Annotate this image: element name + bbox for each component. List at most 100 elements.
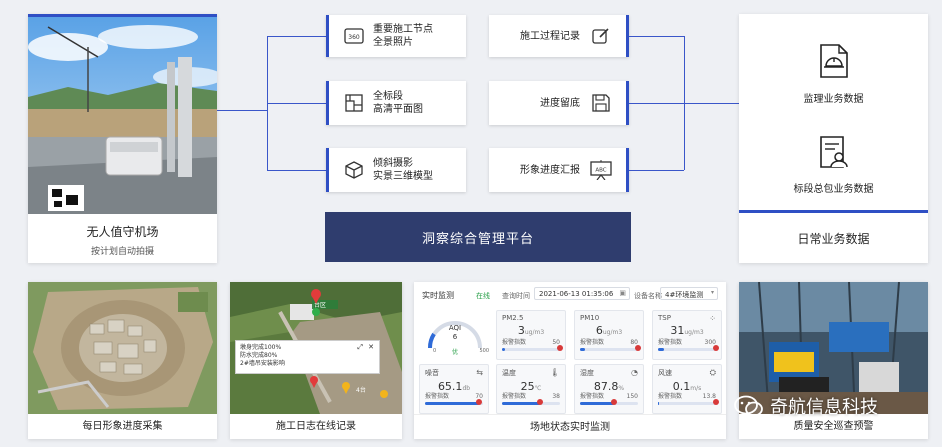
sensor-name: 湿度 <box>580 369 594 377</box>
sensor-value: 3 <box>517 324 525 337</box>
daily-business-title: 日常业务数据 <box>797 232 870 246</box>
sensor-value: 31 <box>670 324 685 337</box>
sensor-value: 6 <box>595 324 603 337</box>
sensor-bar-fill <box>658 402 659 405</box>
floorplan-icon <box>343 92 365 114</box>
calendar-icon: ▣ <box>619 289 626 297</box>
sensor-bar-fill <box>425 402 479 405</box>
node-label: 进度留底 <box>540 97 580 109</box>
business-item-label: 标段总包业务数据 <box>793 184 874 195</box>
sensor-unit: m/s <box>690 385 702 392</box>
monitor-card: 实时监测 在线 查询时间 2021-06-13 01:35:06 ▣ 设备名称 … <box>414 282 726 439</box>
airport-photo <box>28 17 217 214</box>
airport-caption: 无人值守机场 按计划自动拍摄 <box>28 214 217 263</box>
aqi-value: 6 <box>452 333 458 341</box>
sensor-index-label: 报警指数 <box>502 393 527 400</box>
business-item-contractor: 标段总包业务数据 <box>739 136 928 195</box>
watermark-text: 奇航信息科技 <box>770 397 878 418</box>
connector-line <box>267 36 326 37</box>
photo-card-progress: 每日形象进度采集 <box>28 282 217 439</box>
aqi-gauge: AQI 6 0 优 500 <box>419 310 491 360</box>
sensor-tile: TSP ⁘ 31ug/m3 报警指数 300 <box>652 310 722 360</box>
node-progress-report: 形象进度汇报 ABC <box>489 148 629 192</box>
query-label: 查询时间 <box>502 292 530 300</box>
sensor-name: TSP <box>658 314 671 322</box>
sensor-max: 150 <box>626 393 638 400</box>
connector-line <box>629 170 684 171</box>
edit-icon <box>590 25 612 47</box>
sensor-name: 风速 <box>658 369 672 377</box>
sensor-index-label: 报警指数 <box>425 393 450 400</box>
sensor-bar <box>580 399 638 405</box>
sensor-bar <box>580 345 641 351</box>
expand-icon[interactable]: ⤢ <box>357 343 363 351</box>
sensor-name: PM10 <box>580 314 600 322</box>
sensor-bar-marker <box>635 345 641 351</box>
node-process-record: 施工过程记录 <box>489 15 629 57</box>
node-progress-archive: 进度留底 <box>489 81 629 125</box>
sensor-tile: PM10 6ug/m3 报警指数 80 <box>574 310 644 360</box>
sensor-unit: ug/m3 <box>524 329 545 336</box>
business-item-label: 监理业务数据 <box>803 94 864 105</box>
sensor-max: 38 <box>552 393 560 400</box>
airport-title: 无人值守机场 <box>86 225 159 239</box>
log-popup: 墩身完成100% 防水完成80% 2#墙吊安装影响 ⤢ ✕ <box>235 340 380 374</box>
airport-card: 无人值守机场 按计划自动拍摄 <box>28 14 217 263</box>
photo-caption: 施工日志在线记录 <box>230 414 402 439</box>
sensor-bar-fill <box>580 348 585 351</box>
sensor-bar-marker <box>557 345 563 351</box>
sensor-name: PM2.5 <box>502 314 524 322</box>
daily-business-top: 监理业务数据 标段总包业务数据 <box>739 14 928 213</box>
wechat-icon <box>734 395 764 417</box>
sensor-tile: 温度 🌡 25℃ 报警指数 38 <box>496 364 566 414</box>
node-line2: 全景照片 <box>373 37 413 48</box>
chevron-down-icon: ▾ <box>710 289 714 296</box>
popup-line: 墩身完成100% <box>240 344 282 351</box>
sensor-value-wrap: 31ug/m3 <box>658 324 716 337</box>
sensor-index-label: 报警指数 <box>580 339 605 346</box>
device-value: 4#环境监测 <box>665 291 704 299</box>
sensor-icon: ⛭ <box>709 368 716 377</box>
sensor-unit: ug/m3 <box>684 329 704 336</box>
node-oblique: 倾斜摄影 实景三维模型 <box>326 148 466 192</box>
sensor-index-label: 报警指数 <box>580 393 605 400</box>
node-line1: 全标段 <box>373 91 403 102</box>
save-icon <box>590 92 612 114</box>
sensor-unit: ug/m3 <box>602 329 623 336</box>
node-line2: 高清平面图 <box>373 104 423 115</box>
node-label: 形象进度汇报 <box>520 164 580 176</box>
sensor-unit: % <box>618 385 625 392</box>
sensor-icon: ⁘ <box>709 314 716 323</box>
node-line1: 重要施工节点 <box>373 24 433 35</box>
sensor-bar-fill <box>580 402 614 405</box>
sensor-unit: ℃ <box>534 385 542 392</box>
sensor-bar <box>425 399 483 405</box>
sensor-icon: ◔ <box>631 368 638 377</box>
device-select[interactable]: 4#环境监测 ▾ <box>660 287 718 300</box>
connector-line <box>217 110 267 111</box>
datetime-value: 2021-06-13 01:35:06 <box>539 290 614 298</box>
cube-icon <box>343 159 365 181</box>
watermark: 奇航信息科技 <box>734 394 878 418</box>
close-icon[interactable]: ✕ <box>368 343 374 351</box>
sensor-bar <box>502 345 563 351</box>
map-tag: 4台 <box>356 386 366 394</box>
photo-caption: 每日形象进度采集 <box>28 414 217 439</box>
popup-line: 2#墙吊安装影响 <box>240 360 285 367</box>
sensor-value-wrap: 3ug/m3 <box>502 324 560 337</box>
presentation-icon-text: ABC <box>595 168 606 174</box>
sensor-index-label: 报警指数 <box>502 339 527 346</box>
datetime-input[interactable]: 2021-06-13 01:35:06 ▣ <box>534 287 630 300</box>
connector-line <box>684 103 739 104</box>
sensor-bar-marker <box>713 399 719 405</box>
sensor-bar <box>658 399 719 405</box>
sensor-index-label: 报警指数 <box>658 339 683 346</box>
sensor-icon: 🌡 <box>549 368 560 377</box>
aqi-max: 500 <box>479 348 489 354</box>
sensor-bar <box>658 345 719 351</box>
presentation-icon: ABC <box>590 159 612 181</box>
sensor-tile: 风速 ⛭ 0.1m/s 报警指数 13.8 <box>652 364 722 414</box>
node-line2: 实景三维模型 <box>373 171 433 182</box>
node-label: 施工过程记录 <box>520 30 580 42</box>
connector-line <box>629 103 684 104</box>
